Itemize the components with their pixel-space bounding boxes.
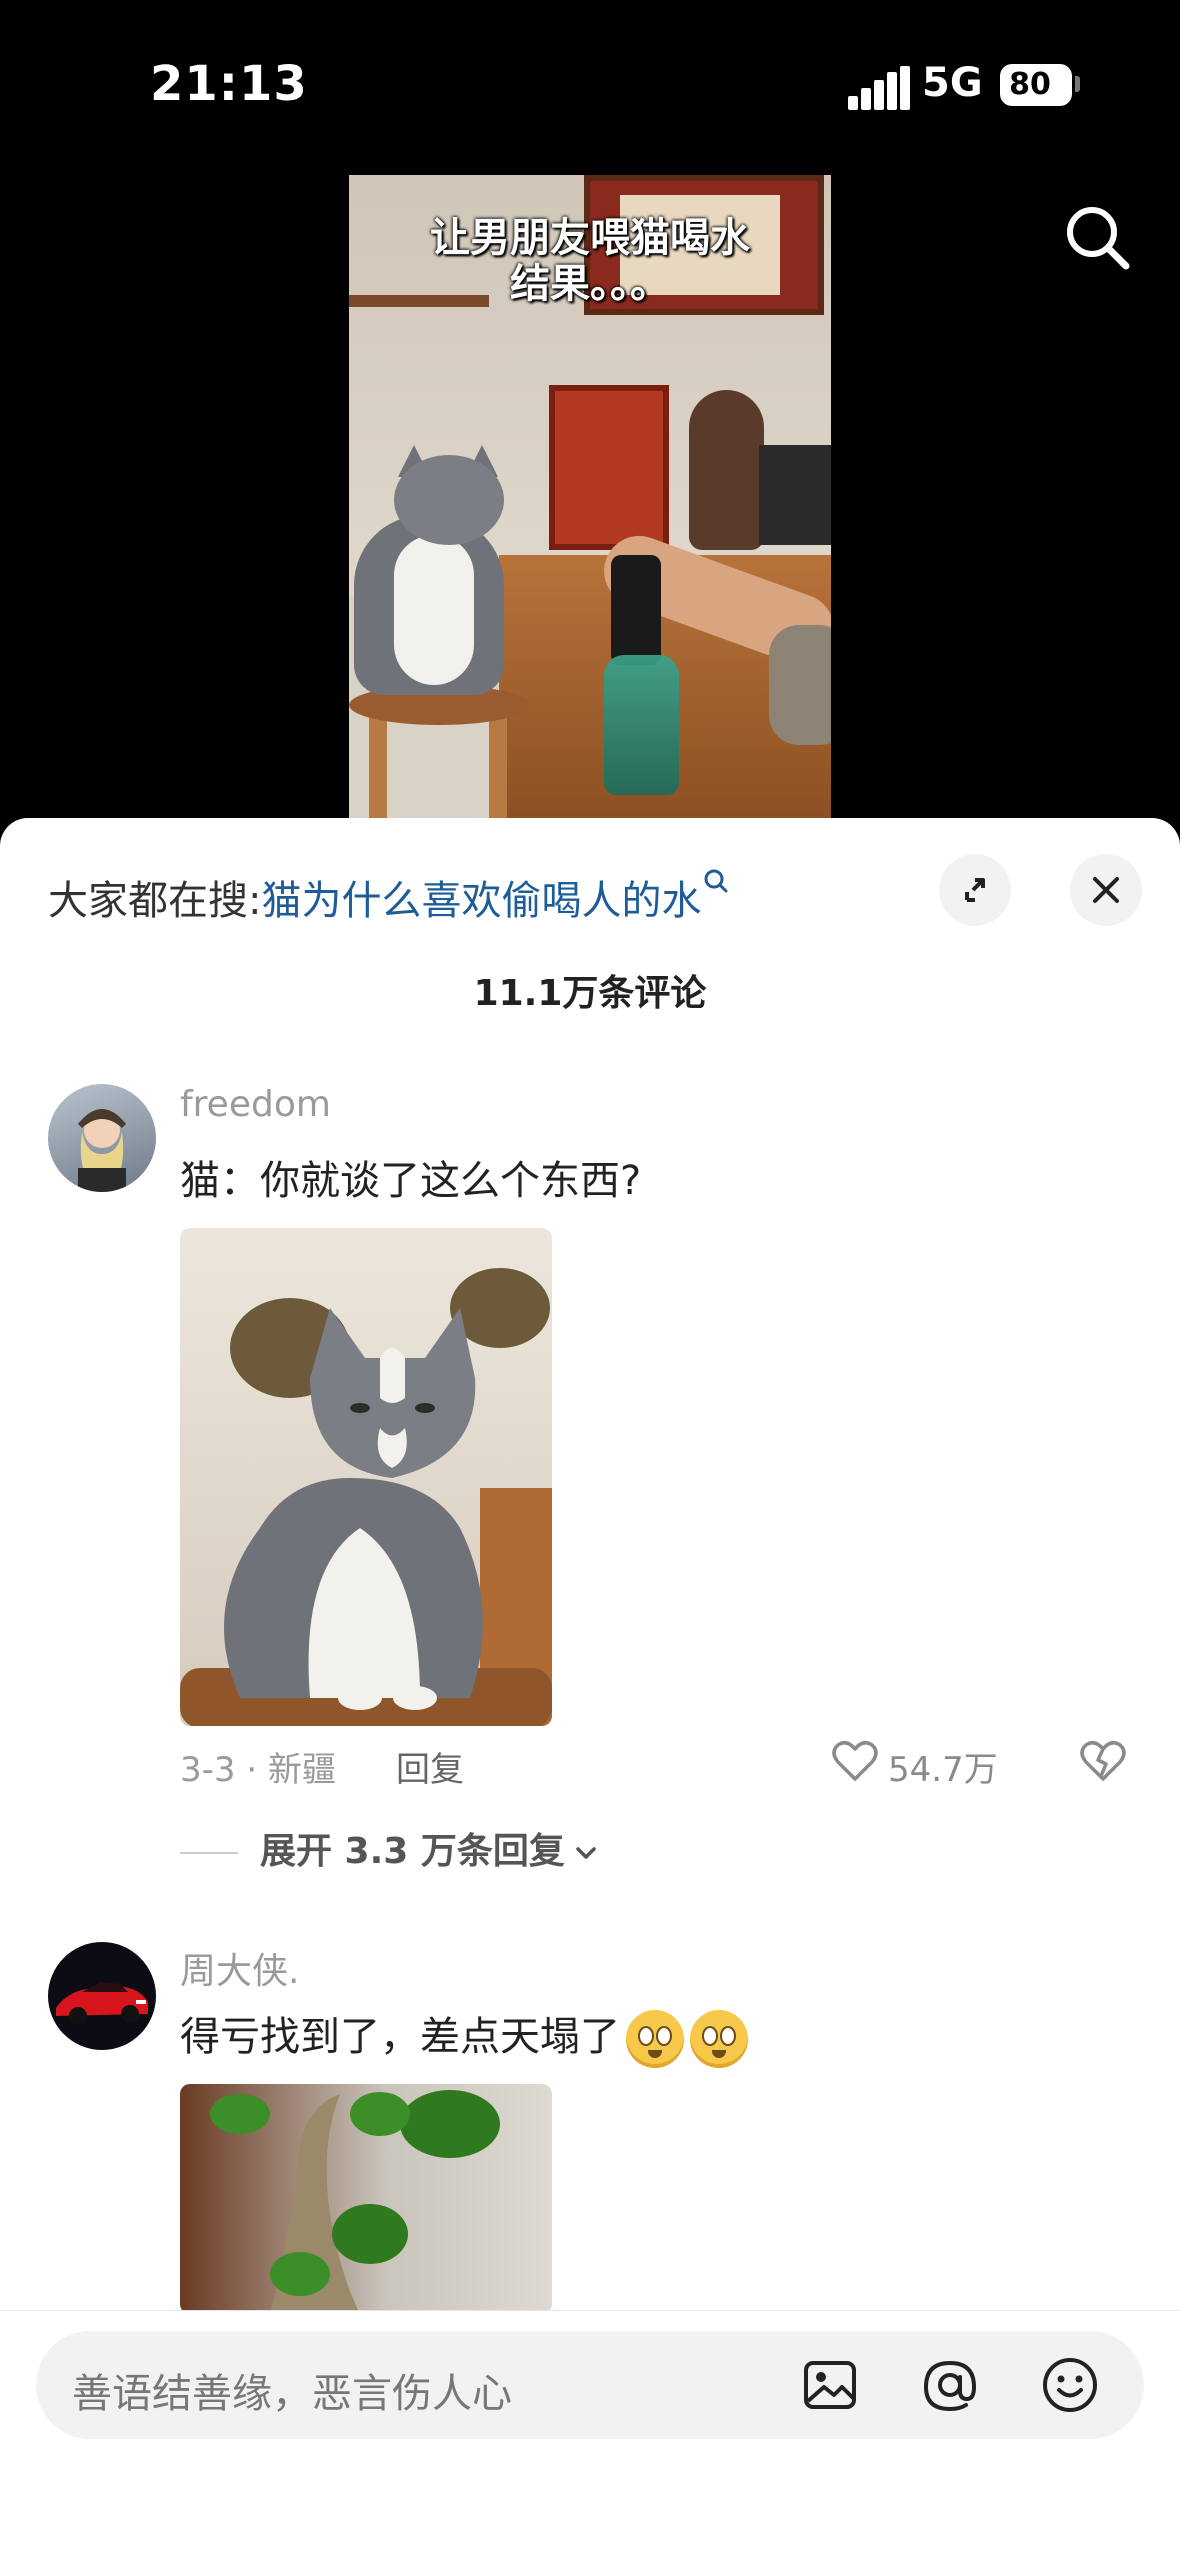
expand-button[interactable] bbox=[939, 854, 1011, 926]
search-icon bbox=[704, 869, 728, 893]
trending-search-label: 大家都在搜: bbox=[48, 878, 262, 924]
video-caption-line-1: 让男朋友喂猫喝水 bbox=[430, 215, 750, 261]
close-button[interactable] bbox=[1070, 854, 1142, 926]
video-player[interactable]: 让男朋友喂猫喝水 结果。。。 bbox=[349, 175, 831, 825]
heart-icon bbox=[832, 1741, 878, 1781]
comment-input-bar: 善语结善缘，恶言伤人心 bbox=[0, 2310, 1180, 2557]
expand-icon bbox=[965, 878, 985, 902]
trending-search[interactable]: 大家都在搜:猫为什么喜欢偷喝人的水 bbox=[48, 868, 729, 926]
image-icon[interactable] bbox=[800, 2355, 860, 2415]
trending-search-query[interactable]: 猫为什么喜欢偷喝人的水 bbox=[261, 878, 701, 924]
like-button[interactable]: 54.7万 bbox=[830, 1736, 998, 1790]
video-scene-cat bbox=[354, 445, 504, 695]
comment-text-content: 得亏找到了，差点天塌了 bbox=[180, 2014, 620, 2060]
video-caption: 让男朋友喂猫喝水 结果。。。 bbox=[349, 215, 831, 307]
video-scene-sleeve bbox=[769, 625, 831, 745]
avatar[interactable] bbox=[48, 1942, 156, 2050]
video-scene-vase bbox=[689, 390, 764, 550]
comment-meta: 3-3 · 新疆 bbox=[180, 1750, 336, 1790]
flushed-emoji-icon bbox=[690, 2010, 748, 2068]
divider bbox=[180, 1852, 238, 1854]
comment-image[interactable] bbox=[180, 2084, 552, 2314]
network-type: 5G bbox=[922, 60, 983, 106]
avatar[interactable] bbox=[48, 1084, 156, 1192]
comment-text: 猫：你就谈了这么个东西? bbox=[180, 1158, 642, 1204]
comment-text: 得亏找到了，差点天塌了 bbox=[180, 2004, 748, 2068]
reply-button[interactable]: 回复 bbox=[396, 1742, 464, 1791]
status-time: 21:13 bbox=[150, 56, 308, 112]
comment-input[interactable]: 善语结善缘，恶言伤人心 bbox=[36, 2331, 1144, 2439]
comment-image[interactable] bbox=[180, 1228, 552, 1726]
close-icon bbox=[1093, 877, 1119, 903]
signal-strength-icon bbox=[848, 66, 910, 110]
status-bar: 21:13 5G 80 bbox=[0, 0, 1180, 170]
video-scene-spray-bottle bbox=[604, 655, 679, 795]
at-icon[interactable] bbox=[920, 2355, 980, 2415]
battery-level: 80 bbox=[1009, 67, 1051, 102]
expand-replies-label: 展开 3.3 万条回复 bbox=[260, 1831, 565, 1872]
video-scene-frame bbox=[549, 385, 669, 550]
comment-username[interactable]: 周大侠. bbox=[180, 1942, 299, 1994]
battery-icon: 80 bbox=[1000, 64, 1072, 106]
expand-replies-button[interactable]: 展开 3.3 万条回复 bbox=[180, 1822, 601, 1874]
video-caption-line-2: 结果。。。 bbox=[510, 261, 670, 307]
comment-input-placeholder: 善语结善缘，恶言伤人心 bbox=[72, 2371, 512, 2417]
like-count: 54.7万 bbox=[888, 1750, 998, 1790]
comment-username[interactable]: freedom bbox=[180, 1084, 331, 1125]
comment-count: 11.1万条评论 bbox=[473, 973, 707, 1014]
flushed-emoji-icon bbox=[626, 2010, 684, 2068]
smile-icon[interactable] bbox=[1040, 2355, 1100, 2415]
comment-sheet: 大家都在搜:猫为什么喜欢偷喝人的水 11.1万条评论 freedom 猫：你就谈… bbox=[0, 818, 1180, 2556]
chevron-down-icon bbox=[576, 1847, 596, 1859]
video-scene-speaker bbox=[759, 445, 831, 545]
dislike-button[interactable] bbox=[1078, 1736, 1128, 1786]
video-scene-spray-nozzle bbox=[611, 555, 661, 665]
broken-heart-icon bbox=[1080, 1741, 1126, 1781]
video-scene-stool bbox=[349, 685, 529, 825]
search-icon[interactable] bbox=[1060, 200, 1136, 276]
battery-cap bbox=[1075, 76, 1080, 92]
